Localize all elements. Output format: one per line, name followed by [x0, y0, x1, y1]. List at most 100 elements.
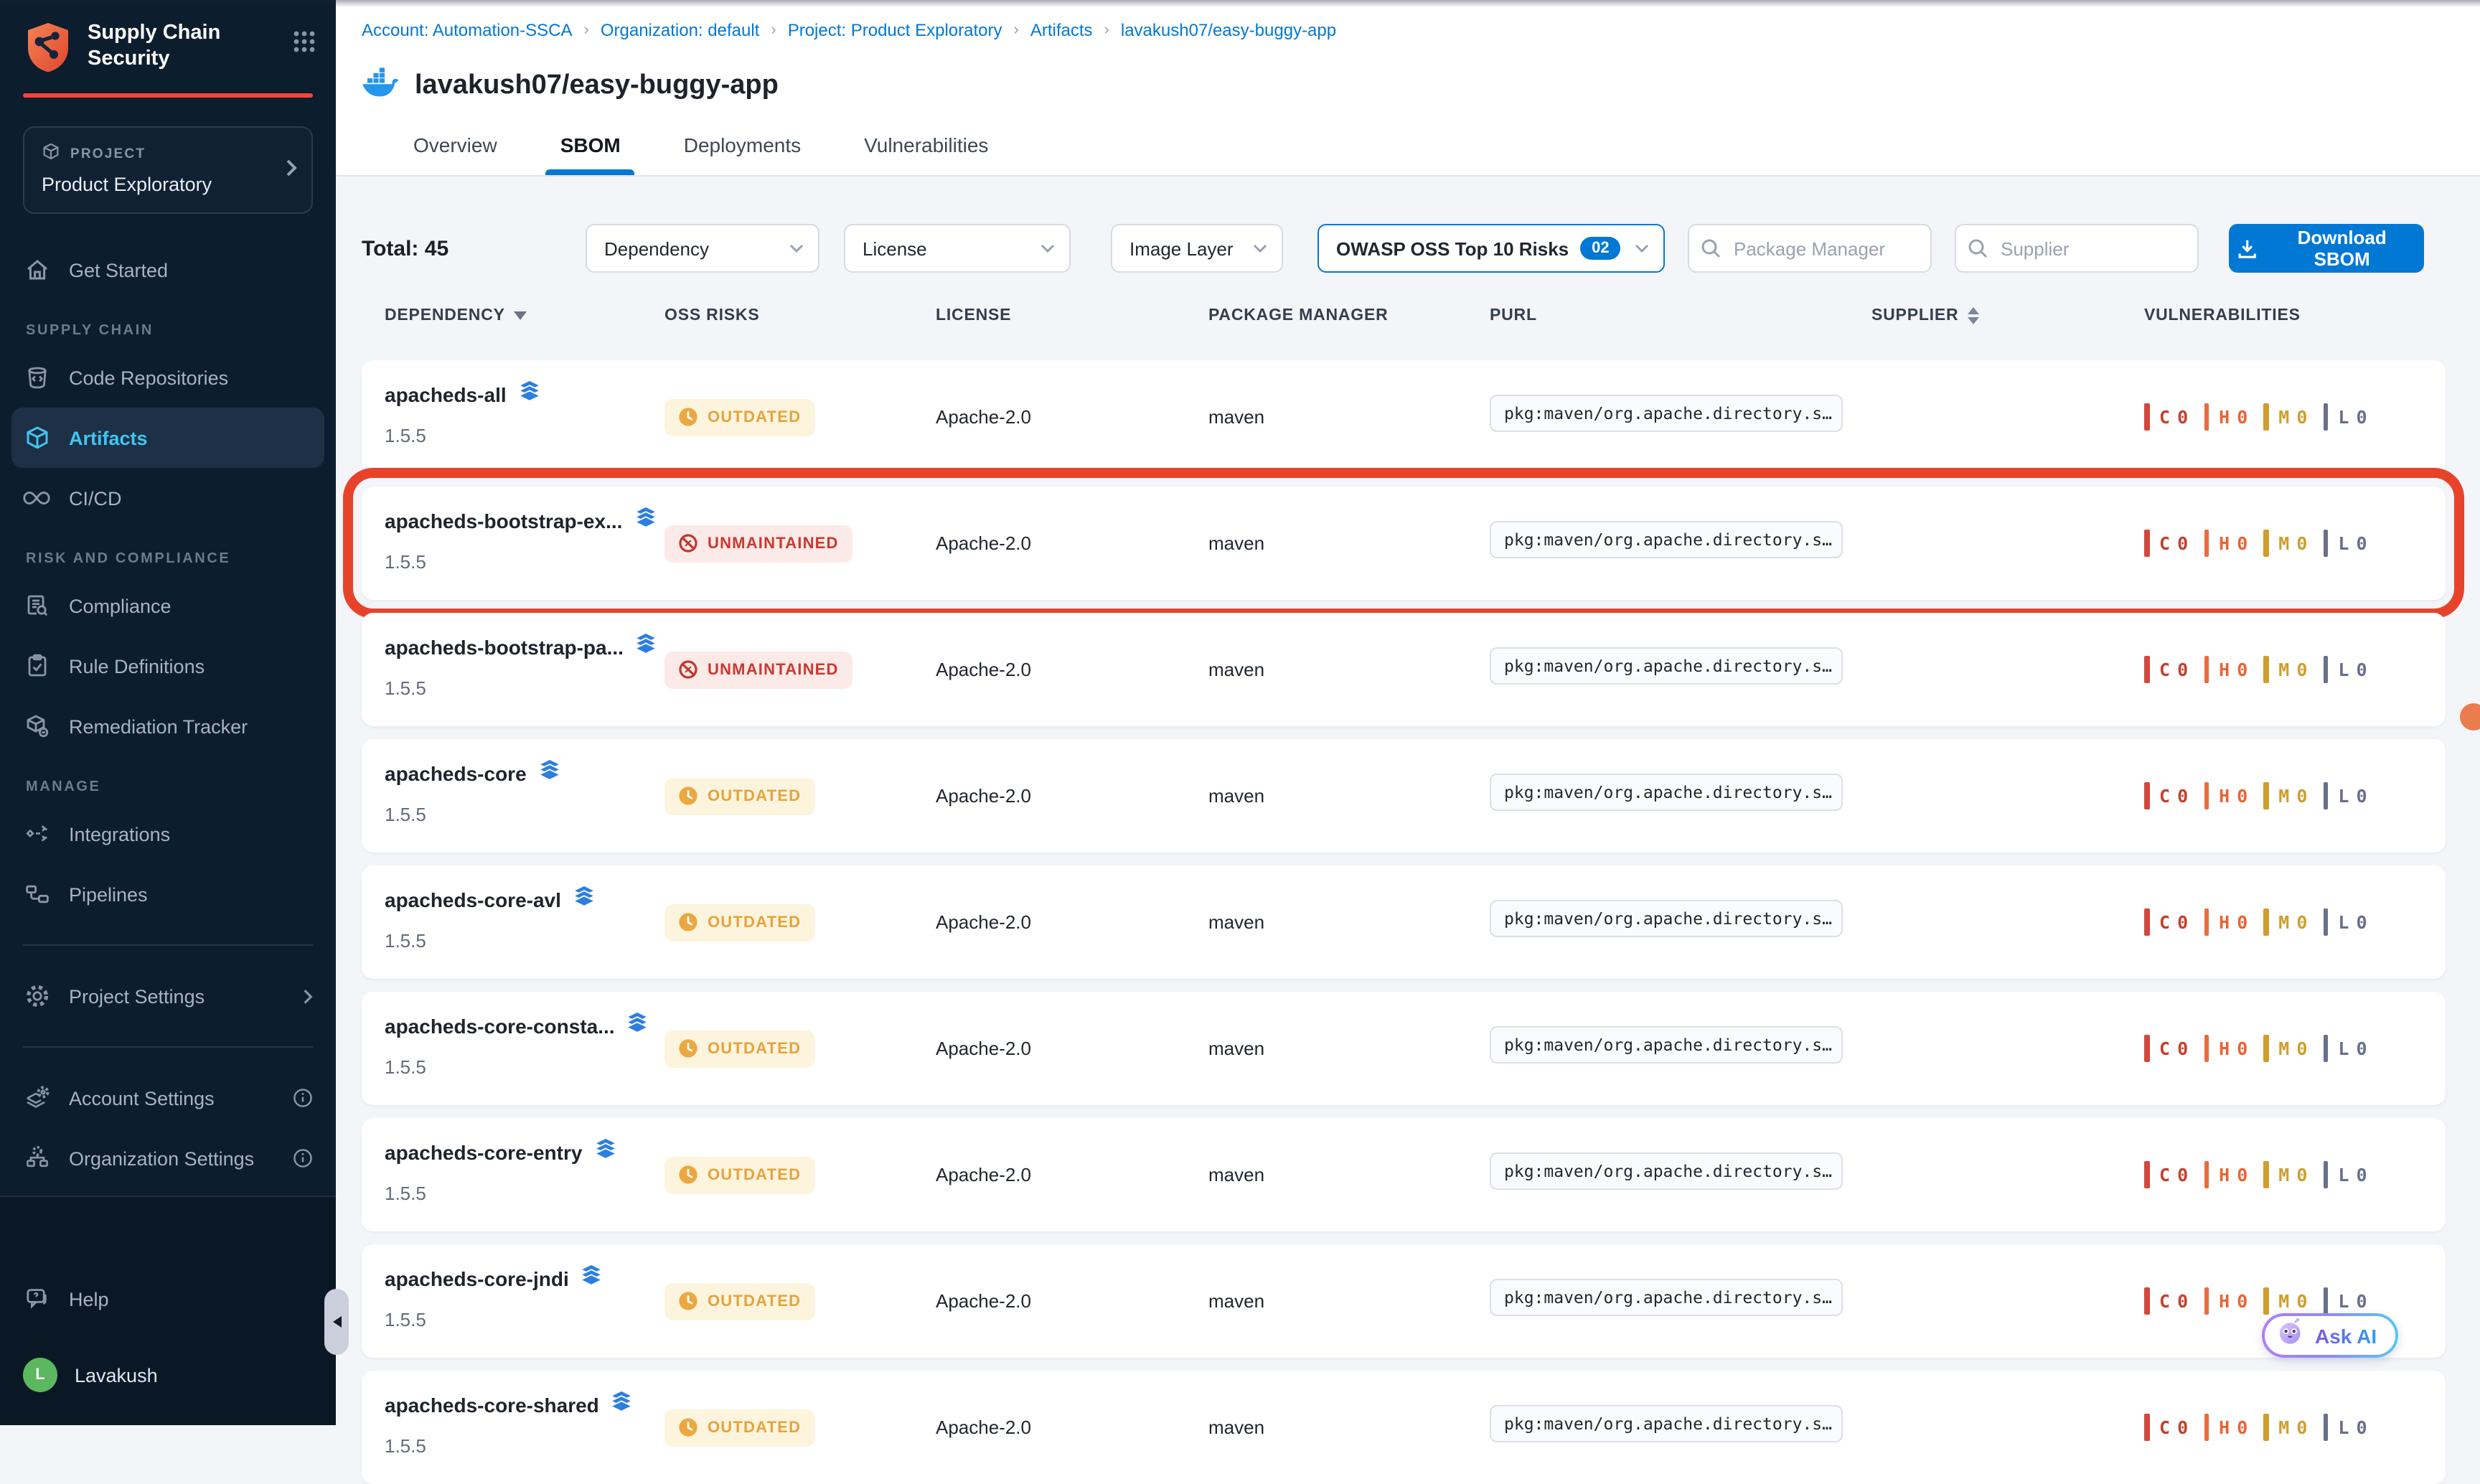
- purl-value[interactable]: pkg:maven/org.apache.directory.s…: [1490, 395, 1843, 432]
- sidebar-item-artifacts[interactable]: Artifacts: [11, 408, 324, 468]
- column-purl[interactable]: PURL: [1490, 307, 1871, 324]
- sidebar-collapse-handle[interactable]: [324, 1289, 349, 1355]
- purl-value[interactable]: pkg:maven/org.apache.directory.s…: [1490, 647, 1843, 685]
- layers-icon[interactable]: [626, 1012, 649, 1041]
- sidebar-item-rule-definitions[interactable]: Rule Definitions: [0, 636, 336, 696]
- layers-icon[interactable]: [518, 380, 541, 409]
- breadcrumb-artifacts[interactable]: Artifacts: [1030, 20, 1093, 40]
- sidebar-item-project-settings[interactable]: Project Settings: [0, 966, 336, 1026]
- download-sbom-button[interactable]: Download SBOM: [2229, 224, 2424, 273]
- vulnerabilities-cell: C0 H0 M0 L0: [2144, 908, 2446, 936]
- layers-icon[interactable]: [593, 1138, 616, 1167]
- purl-value[interactable]: pkg:maven/org.apache.directory.s…: [1490, 1279, 1843, 1316]
- column-supplier[interactable]: SUPPLIER: [1871, 307, 2144, 324]
- layers-icon[interactable]: [611, 1391, 634, 1419]
- supplier-search-input[interactable]: [1955, 224, 2199, 273]
- sidebar-item-label: Rule Definitions: [69, 655, 205, 677]
- sidebar-item-account-settings[interactable]: Account Settings: [0, 1068, 336, 1128]
- image-layer-filter-select[interactable]: Image Layer: [1111, 224, 1283, 273]
- breadcrumb-artifact-name[interactable]: lavakush07/easy-buggy-app: [1121, 20, 1336, 40]
- purl-value[interactable]: pkg:maven/org.apache.directory.s…: [1490, 1026, 1843, 1063]
- purl-cell: pkg:maven/org.apache.directory.s…: [1490, 1405, 1871, 1450]
- tab-vulnerabilities[interactable]: Vulnerabilities: [864, 133, 988, 175]
- sidebar-item-compliance[interactable]: Compliance: [0, 576, 336, 636]
- sort-desc-icon: [514, 311, 527, 320]
- oss-risk-cell: UNMAINTAINED: [664, 651, 936, 688]
- info-icon[interactable]: [293, 1148, 313, 1168]
- select-value: License: [863, 238, 927, 259]
- layers-icon[interactable]: [635, 633, 658, 662]
- purl-value[interactable]: pkg:maven/org.apache.directory.s…: [1490, 1405, 1843, 1442]
- column-oss-risks[interactable]: OSS RISKS: [664, 307, 936, 324]
- table-row[interactable]: apacheds-core-shared 1.5.5: [362, 1371, 2446, 1484]
- breadcrumb-organization[interactable]: Organization: default: [601, 20, 760, 40]
- sidebar-item-cicd[interactable]: CI/CD: [0, 468, 336, 528]
- project-selector[interactable]: PROJECT Product Exploratory: [23, 126, 313, 214]
- layers-icon[interactable]: [573, 886, 596, 914]
- purl-value[interactable]: pkg:maven/org.apache.directory.s…: [1490, 521, 1843, 558]
- oss-risk-cell: OUTDATED: [664, 903, 936, 941]
- layers-icon[interactable]: [634, 507, 657, 535]
- column-vulnerabilities[interactable]: VULNERABILITIES: [2144, 307, 2446, 324]
- ask-ai-button[interactable]: Ask AI: [2262, 1313, 2398, 1358]
- page-header: Account: Automation-SSCA › Organization:…: [336, 0, 2480, 177]
- tab-sbom[interactable]: SBOM: [560, 133, 621, 175]
- critical-count: C0: [2144, 1035, 2188, 1062]
- breadcrumb-separator: ›: [584, 22, 589, 39]
- table-row[interactable]: apacheds-bootstrap-ex... 1.5.5: [362, 487, 2446, 600]
- layers-icon[interactable]: [538, 759, 561, 788]
- package-manager-search-input[interactable]: [1688, 224, 1932, 273]
- sidebar-item-code-repositories[interactable]: Code Repositories: [0, 347, 336, 408]
- sidebar-item-integrations[interactable]: Integrations: [0, 804, 336, 864]
- purl-value[interactable]: pkg:maven/org.apache.directory.s…: [1490, 900, 1843, 937]
- vulnerabilities-cell: C0 H0 M0 L0: [2144, 656, 2446, 683]
- chevron-right-icon: [303, 988, 313, 1004]
- apps-grid-icon[interactable]: [293, 30, 316, 60]
- owasp-risks-filter-select[interactable]: OWASP OSS Top 10 Risks 02: [1318, 224, 1665, 273]
- medium-count: M0: [2263, 782, 2307, 809]
- vulnerabilities-cell: C0 H0 M0 L0: [2144, 1161, 2446, 1188]
- breadcrumb-account[interactable]: Account: Automation-SSCA: [362, 20, 573, 40]
- risk-label: UNMAINTAINED: [708, 535, 839, 552]
- column-license[interactable]: LICENSE: [936, 307, 1208, 324]
- breadcrumb-project[interactable]: Project: Product Exploratory: [788, 20, 1002, 40]
- dependency-version: 1.5.5: [385, 425, 664, 446]
- project-cube-icon: [42, 142, 60, 165]
- dependency-filter-select[interactable]: Dependency: [586, 224, 819, 273]
- column-dependency[interactable]: DEPENDENCY: [362, 307, 664, 324]
- purl-cell: pkg:maven/org.apache.directory.s…: [1490, 1279, 1871, 1323]
- table-row[interactable]: apacheds-bootstrap-pa... 1.5.5: [362, 613, 2446, 726]
- info-icon[interactable]: [293, 1088, 313, 1108]
- column-package-manager[interactable]: PACKAGE MANAGER: [1208, 307, 1490, 324]
- sidebar-item-remediation-tracker[interactable]: Remediation Tracker: [0, 696, 336, 756]
- package-manager-cell: maven: [1208, 911, 1490, 933]
- table-row[interactable]: apacheds-all 1.5.5: [362, 360, 2446, 474]
- license-filter-select[interactable]: License: [844, 224, 1071, 273]
- sidebar-item-pipelines[interactable]: Pipelines: [0, 864, 336, 924]
- purl-value[interactable]: pkg:maven/org.apache.directory.s…: [1490, 1152, 1843, 1190]
- tab-deployments[interactable]: Deployments: [684, 133, 801, 175]
- select-value: Dependency: [604, 238, 709, 259]
- sbom-rows: apacheds-all 1.5.5: [362, 360, 2446, 1484]
- package-manager-cell: maven: [1208, 785, 1490, 807]
- table-row[interactable]: apacheds-core-jndi 1.5.5: [362, 1244, 2446, 1358]
- filter-toolbar: Total: 45 Dependency License Image Layer…: [362, 224, 2424, 273]
- sidebar-item-label: Help: [69, 1288, 109, 1310]
- sidebar-item-label: Integrations: [69, 823, 170, 845]
- sidebar-item-help[interactable]: Help: [0, 1269, 336, 1329]
- sidebar-item-label: Get Started: [69, 259, 168, 281]
- sidebar-item-organization-settings[interactable]: Organization Settings: [0, 1128, 336, 1188]
- layers-icon[interactable]: [581, 1264, 603, 1293]
- risk-badge: UNMAINTAINED: [664, 525, 853, 562]
- table-row[interactable]: apacheds-core-avl 1.5.5: [362, 865, 2446, 979]
- table-row[interactable]: apacheds-core-entry 1.5.5: [362, 1118, 2446, 1231]
- sidebar-item-get-started[interactable]: Get Started: [0, 240, 336, 300]
- page-title: lavakush07/easy-buggy-app: [415, 70, 779, 101]
- purl-value[interactable]: pkg:maven/org.apache.directory.s…: [1490, 774, 1843, 811]
- user-menu[interactable]: L Lavakush: [0, 1358, 336, 1392]
- table-row[interactable]: apacheds-core-consta... 1.5.5: [362, 992, 2446, 1105]
- tab-overview[interactable]: Overview: [413, 133, 497, 175]
- table-row[interactable]: apacheds-core 1.5.5: [362, 739, 2446, 853]
- oss-risk-cell: OUTDATED: [664, 398, 936, 436]
- clipboard-check-icon: [23, 653, 50, 679]
